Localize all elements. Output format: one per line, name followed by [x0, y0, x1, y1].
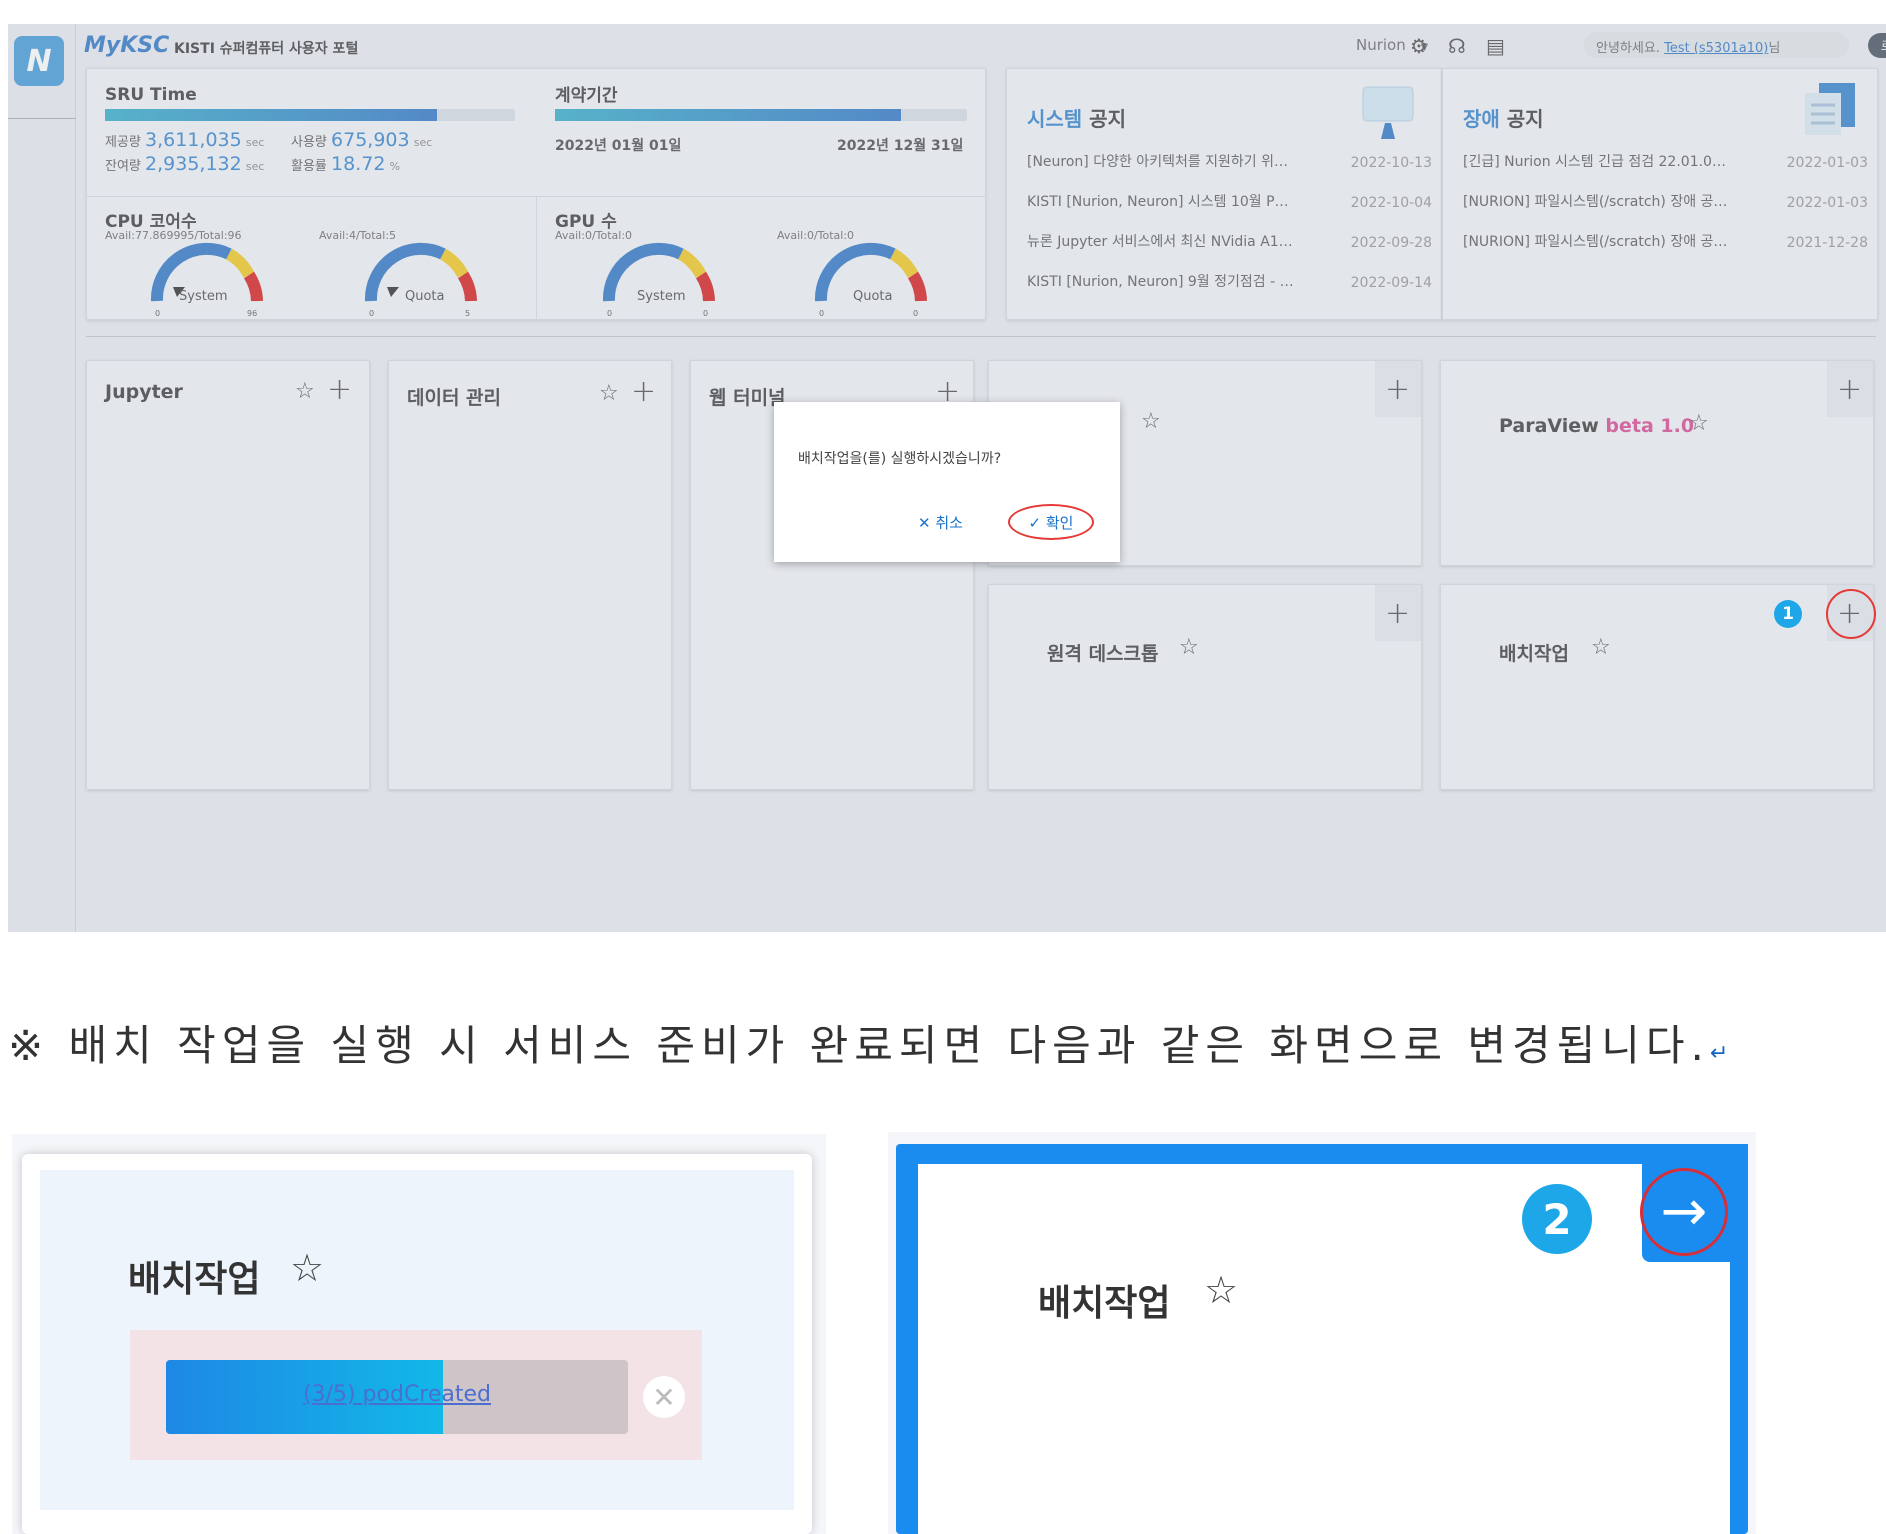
instruction-note: ※ 배치 작업을 실행 시 서비스 준비가 완료되면 다음과 같은 화면으로 변…: [8, 1021, 1735, 1070]
batch-card-ready: 배치작업 ☆ 2 →: [896, 1144, 1748, 1534]
highlight-ring: [1826, 589, 1876, 639]
card-body: 배치작업 ☆: [918, 1164, 1730, 1534]
portal-screenshot: N MyKSC KISTI 슈퍼컴퓨터 사용자 포털 Nurion ▼ ⚙ ☊ …: [8, 24, 1886, 932]
confirm-button[interactable]: ✓ 확인: [1008, 504, 1094, 540]
batch-card-pending: 배치작업 ☆ (3/5) podCreated ✕: [22, 1154, 812, 1534]
card-body: 배치작업 ☆ (3/5) podCreated ✕: [40, 1170, 794, 1510]
close-icon[interactable]: ✕: [643, 1376, 685, 1418]
step-badge-2: 2: [1522, 1184, 1592, 1254]
step-badge-1: 1: [1774, 600, 1802, 628]
cancel-button[interactable]: ✕ 취소: [918, 512, 963, 533]
batch-card-title: 배치작업: [1038, 1283, 1171, 1324]
batch-ready-screenshot: 배치작업 ☆ 2 →: [888, 1132, 1756, 1534]
progress-status-link[interactable]: (3/5) podCreated: [166, 1382, 628, 1407]
confirm-dialog: 배치작업을(를) 실행하시겠습니까? ✕ 취소 ✓ 확인: [774, 402, 1120, 562]
dialog-message: 배치작업을(를) 실행하시겠습니까?: [798, 451, 1002, 467]
batch-card-title: 배치작업: [128, 1259, 261, 1300]
progress-box: (3/5) podCreated ✕: [130, 1330, 702, 1460]
star-icon[interactable]: ☆: [1204, 1268, 1238, 1312]
batch-pending-screenshot: 배치작업 ☆ (3/5) podCreated ✕: [12, 1134, 826, 1534]
star-icon[interactable]: ☆: [290, 1246, 324, 1290]
progress-bar: (3/5) podCreated: [166, 1360, 628, 1434]
arrow-right-icon[interactable]: →: [1640, 1168, 1728, 1256]
return-mark-icon: ↵: [1709, 1041, 1735, 1066]
